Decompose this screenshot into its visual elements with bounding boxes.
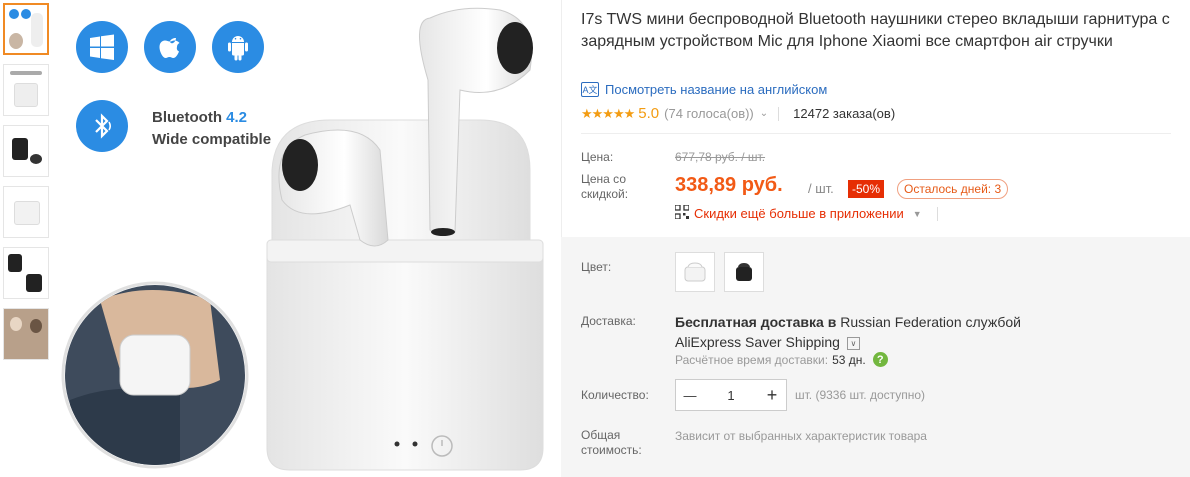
- total-label: Общая стоимость:: [581, 428, 642, 458]
- shipping-info: Бесплатная доставка в Russian Federation…: [675, 312, 1035, 352]
- delivery-time-label: Расчётное время доставки:: [675, 352, 829, 367]
- price-label: Цена:: [581, 150, 614, 164]
- quantity-label: Количество:: [581, 388, 649, 402]
- app-promo-text: Скидки ещё больше в приложении: [694, 206, 904, 221]
- delivery-time-value: 53 дн.: [832, 352, 866, 367]
- shipping-free: Бесплатная доставка в: [675, 314, 837, 330]
- color-swatch-white[interactable]: [675, 252, 715, 292]
- color-label: Цвет:: [581, 260, 612, 274]
- price-unit: / шт.: [808, 181, 834, 196]
- help-icon[interactable]: ?: [872, 352, 888, 367]
- discount-price-label-line2: скидкой:: [581, 187, 629, 201]
- quantity-input[interactable]: 1: [704, 388, 758, 403]
- thumbnail-3[interactable]: [3, 125, 49, 177]
- orders-count: 12472 заказа(ов): [793, 106, 896, 121]
- total-label-line1: Общая: [581, 428, 621, 442]
- days-left-badge: Осталось дней: 3: [897, 179, 1009, 199]
- rating-stars[interactable]: ★★★★★: [581, 106, 635, 122]
- translate-link-text: Посмотреть название на английском: [605, 82, 828, 97]
- translate-icon: A文: [581, 82, 599, 97]
- shipping-service[interactable]: AliExpress Saver Shipping: [675, 334, 840, 350]
- original-price: 677,78 руб. / шт.: [675, 150, 766, 164]
- thumbnail-4[interactable]: [3, 186, 49, 238]
- quantity-decrease-button[interactable]: —: [676, 380, 704, 410]
- divider: [936, 206, 938, 221]
- quantity-stepper: — 1 +: [675, 379, 787, 411]
- discount-price-label: Цена со скидкой:: [581, 172, 628, 202]
- discount-price-label-line1: Цена со: [581, 172, 626, 186]
- divider: [778, 106, 780, 121]
- total-value: Зависит от выбранных характеристик товар…: [675, 429, 927, 443]
- shipping-country[interactable]: Russian Federation службой: [840, 314, 1021, 330]
- product-info: I7s TWS мини беспроводной Bluetooth науш…: [561, 0, 1190, 477]
- thumbnail-1[interactable]: [3, 3, 49, 55]
- thumbnail-6[interactable]: [3, 308, 49, 360]
- total-label-line2: стоимость:: [581, 443, 642, 457]
- thumbnail-2[interactable]: [3, 64, 49, 116]
- divider: [581, 133, 1171, 134]
- chevron-down-icon: ▼: [912, 208, 922, 219]
- rating-votes[interactable]: (74 голоса(ов)): [664, 106, 754, 121]
- earbuds-illustration: [61, 7, 544, 471]
- discount-badge: -50%: [848, 180, 885, 198]
- chevron-down-icon[interactable]: ∨: [846, 336, 860, 350]
- rating-row: ★★★★★ 5.0 (74 голоса(ов)) ⌄ 12472 заказа…: [581, 105, 895, 122]
- thumbnail-5[interactable]: [3, 247, 49, 299]
- thumbnail-list: [3, 3, 51, 369]
- chevron-down-icon[interactable]: ⌄: [760, 108, 768, 119]
- discount-price: 338,89 руб.: [675, 174, 783, 196]
- delivery-time: Расчётное время доставки: 53 дн. ?: [675, 352, 888, 367]
- quantity-increase-button[interactable]: +: [758, 380, 786, 410]
- quantity-available: шт. (9336 шт. доступно): [795, 388, 926, 402]
- qr-code-icon: [674, 204, 690, 222]
- rating-score: 5.0: [638, 105, 660, 122]
- app-promo-link[interactable]: Скидки ещё больше в приложении ▼: [674, 204, 938, 222]
- product-title: I7s TWS мини беспроводной Bluetooth науш…: [581, 11, 1170, 50]
- translate-link[interactable]: A文 Посмотреть название на английском: [581, 82, 827, 97]
- color-swatch-black[interactable]: [724, 252, 764, 292]
- shipping-label: Доставка:: [581, 314, 636, 328]
- main-product-image[interactable]: Bluetooth 4.2 Wide compatible: [60, 0, 560, 477]
